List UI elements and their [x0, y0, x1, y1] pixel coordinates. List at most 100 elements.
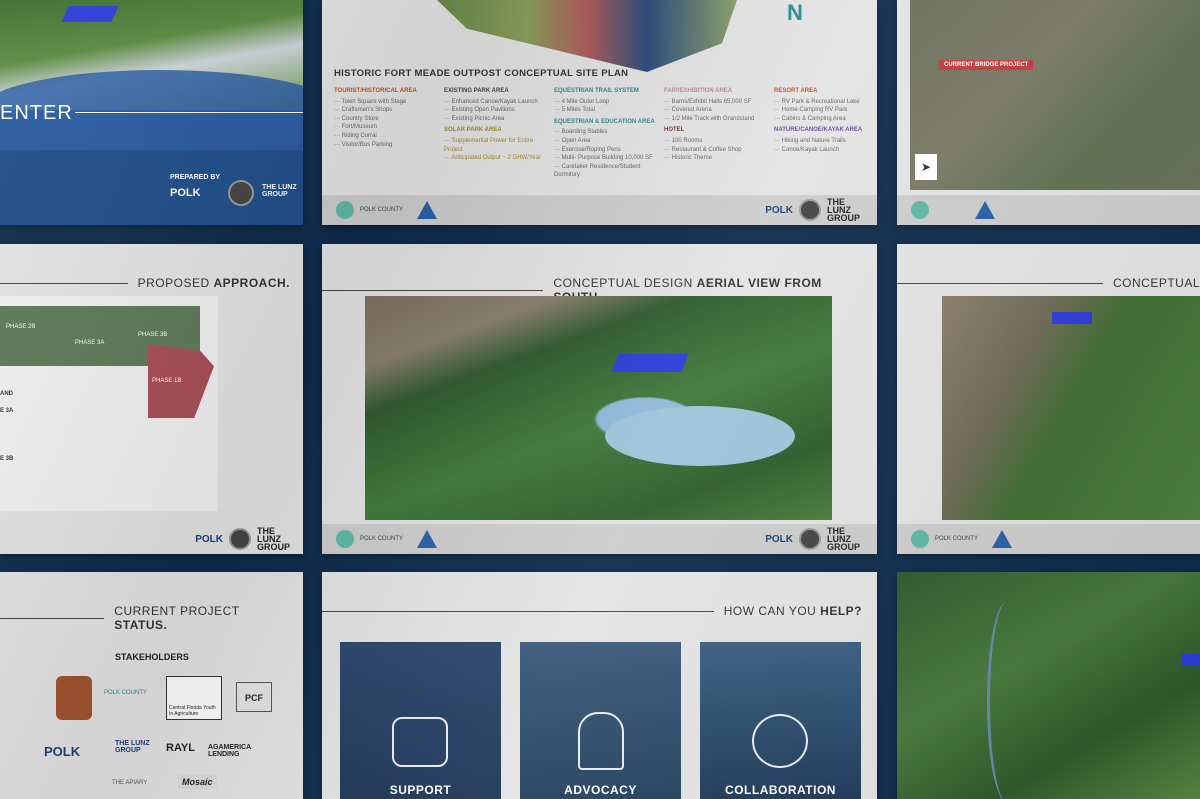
slide-footer: POLK COUNTY POLK THE LUNZ GROUP	[322, 524, 877, 554]
legend-heading: SOLAR PARK AREA	[444, 127, 502, 134]
blue-building-icon	[1052, 312, 1092, 324]
legend-heading: HOTEL	[664, 127, 685, 134]
legend-item: Open Area	[554, 137, 659, 146]
title-text: CURRENT PROJECT STATUS.	[114, 604, 240, 632]
cover-title: ENTER	[0, 102, 73, 124]
legend-item: Barns/Exhibit Halls 65,000 SF	[664, 98, 769, 107]
legend-item: Supplemental Power for Entire Project	[444, 137, 549, 154]
slide-collage: ENTER PREPARED BY POLK THE LUNZ GROUP N …	[0, 0, 1200, 799]
legend-item: Town Square with Stage	[334, 98, 439, 107]
legend-col-5: RESORT AREA RV Park & Recreational Lake …	[774, 87, 874, 154]
site-plan-title: HISTORIC FORT MEADE OUTPOST CONCEPTUAL S…	[334, 68, 629, 79]
slide-title: HOW CAN YOU HELP?	[322, 604, 862, 618]
title-rule	[0, 617, 105, 619]
seal-icon	[229, 528, 251, 550]
collaboration-card: COLLABORATION	[700, 642, 861, 799]
cover-rule	[75, 112, 303, 113]
polk-county-label: POLK COUNTY	[360, 536, 404, 542]
fair-seal-icon	[56, 676, 92, 720]
title-text: CONCEPTUAL	[1112, 276, 1200, 290]
legend-item: 5 Miles Total	[554, 106, 659, 115]
aerial-render	[897, 572, 1200, 799]
collaboration-cycle-icon	[752, 714, 808, 768]
slide-aerial-south: CONCEPTUAL DESIGN AERIAL VIEW FROM SOUTH…	[322, 244, 877, 554]
stakeholder-logo: AGAMERICA LENDING	[208, 744, 251, 758]
stakeholder-logo: Mosaic	[178, 775, 217, 789]
legend-label: AND	[0, 391, 13, 397]
legend-item: Existing Open Pavilions	[444, 106, 549, 115]
triangle-logo-icon	[417, 201, 438, 219]
slide-title: CURRENT PROJECT STATUS.	[0, 604, 290, 632]
cover-building-icon	[61, 6, 119, 22]
legend-col-1: TOURIST/HISTORICAL AREA Town Square with…	[334, 87, 439, 149]
legend-col-4: FAIR/EXHIBITION AREA Barns/Exhibit Halls…	[664, 87, 769, 163]
title-rule	[322, 610, 714, 612]
slide-project-status: CURRENT PROJECT STATUS. STAKEHOLDERS POL…	[0, 572, 303, 799]
slide-title: CONCEPTUAL	[897, 276, 1200, 290]
slide-footer: POLK COUNTY POLK THE LUNZ GROUP	[322, 195, 877, 225]
legend-item: Restaurant & Coffee Shop	[664, 146, 769, 155]
stakeholder-logo: PCF	[236, 682, 272, 712]
legend-heading: EXISTING PARK AREA	[444, 88, 509, 94]
triangle-logo-icon	[417, 530, 438, 548]
title-rule	[897, 282, 1103, 284]
phase-label: PHASE 1B	[152, 378, 182, 384]
slide-aerial-bottom	[897, 572, 1200, 799]
bridge-project-label: CURRENT BRIDGE PROJECT	[939, 60, 1034, 70]
compass-n: N	[787, 0, 803, 25]
stakeholder-logo: THE APIARY	[112, 780, 148, 786]
slide-footer	[897, 195, 1200, 225]
slide-title: PROPOSED APPROACH.	[0, 276, 290, 290]
advocacy-label: ADVOCACY	[564, 783, 637, 797]
legend-item: 1/2 Mile Track with Grandstand	[664, 115, 769, 124]
stakeholder-logo: THE LUNZ GROUP	[115, 740, 150, 754]
hand-people-icon	[392, 717, 448, 767]
polk-logo: POLK	[195, 533, 223, 545]
legend-item: Fort/Museum	[334, 123, 439, 132]
legend-item: Cabins & Camping Area	[774, 115, 874, 124]
blue-building-icon	[611, 354, 689, 372]
triangle-logo-icon	[992, 530, 1013, 548]
legend-item: Hiking and Nature Trails	[774, 137, 874, 146]
legend-item: Boarding Stables	[554, 128, 659, 137]
polk-logo: POLK	[765, 533, 793, 545]
seal-icon	[228, 180, 254, 206]
support-label: SUPPORT	[389, 783, 452, 797]
legend-item: Anticipated Output ~ 2 GHW/Year	[444, 154, 549, 163]
legend-col-2: EXISTING PARK AREA Enhanced Canoe/Kayak …	[444, 87, 549, 163]
polk-county-badge-icon	[911, 201, 929, 219]
phase-label: PHASE 2B	[6, 324, 36, 330]
legend-heading: EQUESTRIAN TRAIL SYSTEM	[554, 88, 639, 94]
river-shape	[987, 602, 1027, 799]
legend-heading: EQUESTRIAN & EDUCATION AREA	[554, 118, 655, 125]
slide-footer: POLK THE LUNZ GROUP	[0, 524, 303, 554]
legend-item: 100 Rooms	[664, 137, 769, 146]
slide-conceptual-right: CONCEPTUAL POLK COUNTY	[897, 244, 1200, 554]
lunz-logo: THE LUNZ GROUP	[827, 525, 861, 553]
legend-heading: FAIR/EXHIBITION AREA	[664, 88, 733, 94]
legend-item: Home Camping RV Park	[774, 106, 874, 115]
advocacy-card: ADVOCACY	[520, 642, 681, 799]
polk-county-label: POLK COUNTY	[935, 536, 979, 542]
advocate-person-icon	[578, 712, 624, 770]
stakeholder-logo: RAYL	[166, 742, 195, 754]
legend-item: Canoe/Kayak Launch	[774, 146, 874, 155]
lake-shape	[605, 406, 795, 466]
lunz-logo: THE LUNZ GROUP	[262, 184, 297, 198]
legend-item: Caretaker Residence/Student Dormitory	[554, 163, 659, 180]
slide-footer: POLK COUNTY	[897, 524, 1200, 554]
legend-item: 4 Mile Outer Loop	[554, 98, 659, 107]
legend-item: Country Store	[334, 115, 439, 124]
legend-item: Craftsmen's Shops	[334, 106, 439, 115]
title-text: PROPOSED APPROACH.	[137, 276, 290, 290]
aerial-render	[942, 296, 1200, 520]
site-plan-map	[437, 0, 737, 72]
seal-icon	[799, 528, 821, 550]
polk-county-badge-icon	[911, 530, 929, 548]
slide-cover: ENTER PREPARED BY POLK THE LUNZ GROUP	[0, 0, 303, 225]
legend-label: E 3A	[0, 408, 14, 414]
collaboration-label: COLLABORATION	[725, 783, 836, 797]
prepared-by: PREPARED BY	[170, 174, 221, 181]
legend-item: Historic Theme	[664, 154, 769, 163]
phase-label: PHASE 3A	[75, 340, 105, 346]
